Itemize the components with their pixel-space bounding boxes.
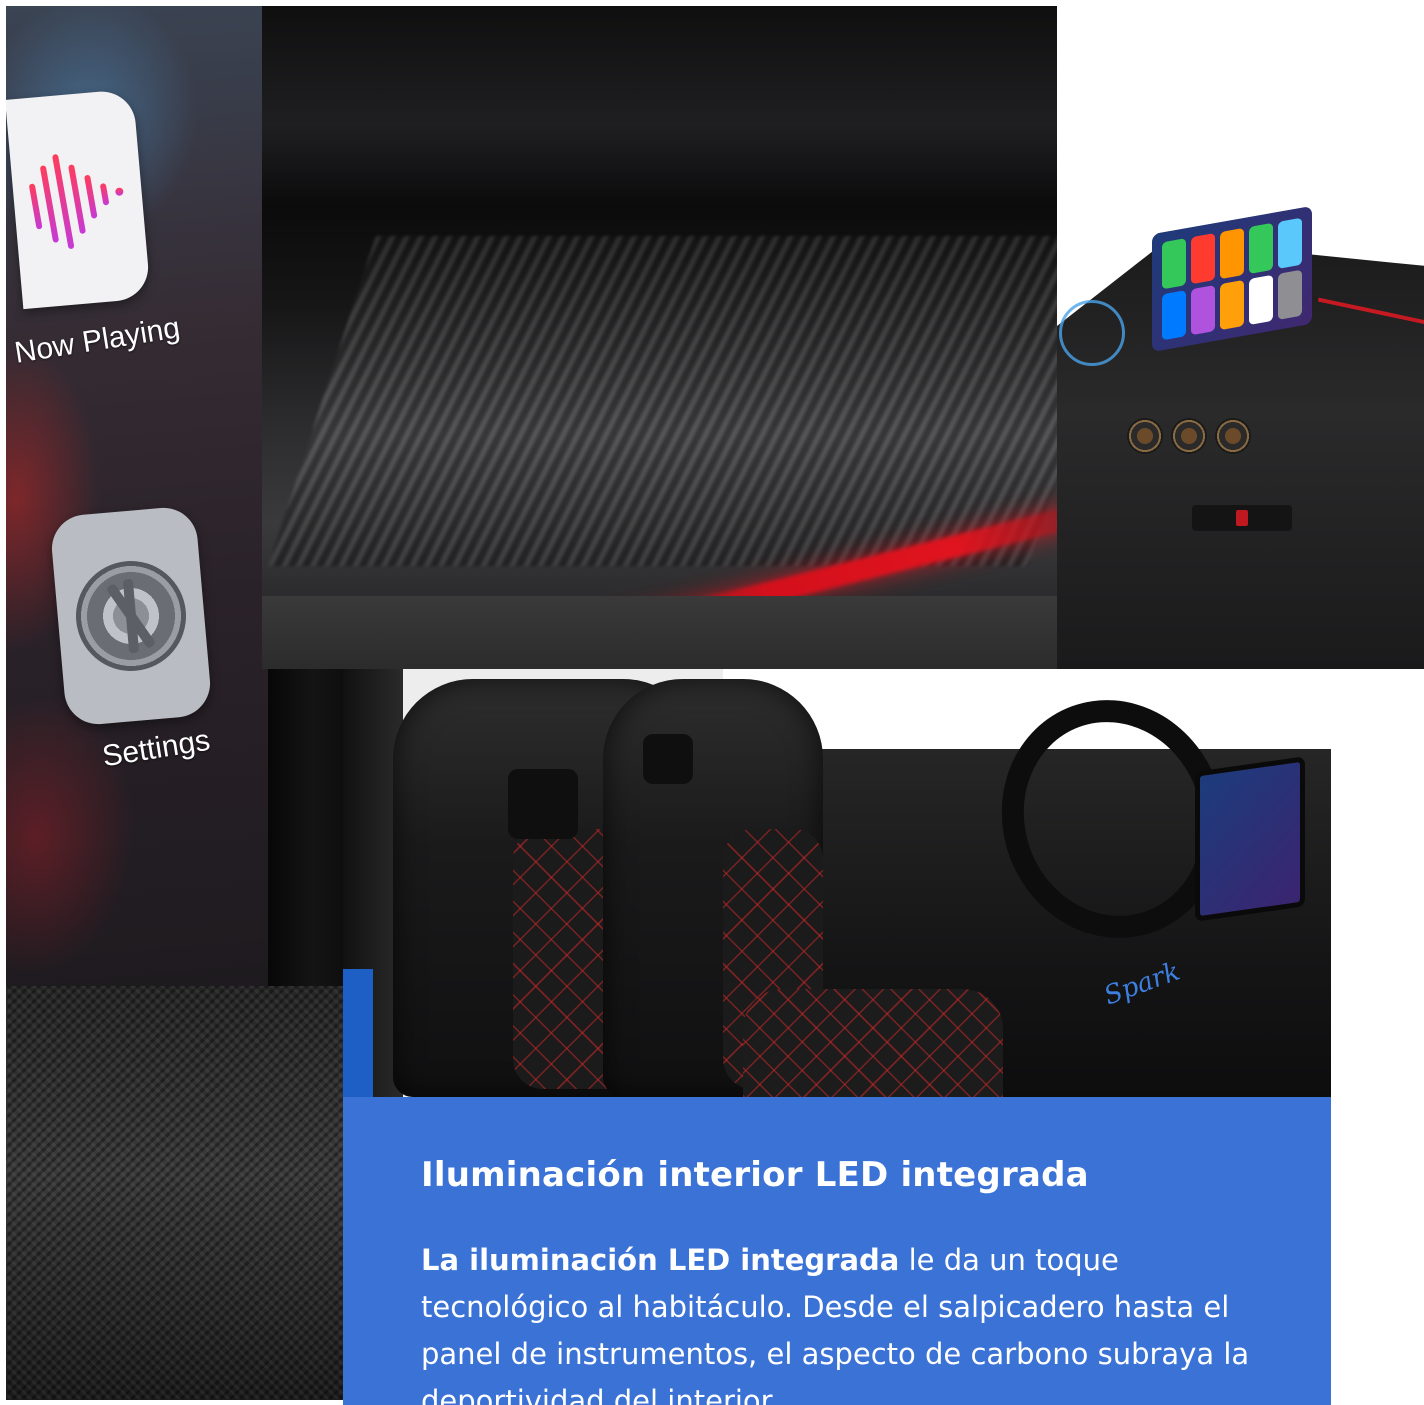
carbon-trim bbox=[6, 986, 354, 1400]
seat-cushion bbox=[743, 989, 1003, 1097]
instrument-glow-ring bbox=[1059, 300, 1125, 366]
feature-description: La iluminación LED integrada le da un to… bbox=[421, 1237, 1261, 1405]
gear-icon bbox=[71, 556, 191, 676]
now-playing-icon[interactable] bbox=[6, 88, 151, 310]
dash-lower-surface bbox=[262, 596, 1057, 669]
carbon-tray-led-photo bbox=[262, 6, 1057, 669]
climate-knobs bbox=[1127, 418, 1251, 454]
feature-description-lead: La iluminación LED integrada bbox=[421, 1243, 900, 1277]
seat-belt-guide-2 bbox=[643, 734, 693, 784]
feature-info-panel: Iluminación interior LED integrada La il… bbox=[343, 1097, 1331, 1405]
seats-interior-photo: Spark bbox=[343, 669, 1331, 1097]
blue-body-panel bbox=[343, 969, 373, 1097]
seat-belt-guide bbox=[508, 769, 578, 839]
audio-waves-icon bbox=[24, 144, 131, 255]
usb-ports bbox=[1192, 505, 1292, 531]
carbon-shelf bbox=[268, 236, 1057, 566]
infotainment-screen bbox=[1195, 756, 1305, 922]
dashboard-photo bbox=[1057, 180, 1424, 669]
feature-title: Iluminación interior LED integrada bbox=[421, 1155, 1089, 1195]
settings-gear-icon[interactable] bbox=[49, 505, 213, 727]
